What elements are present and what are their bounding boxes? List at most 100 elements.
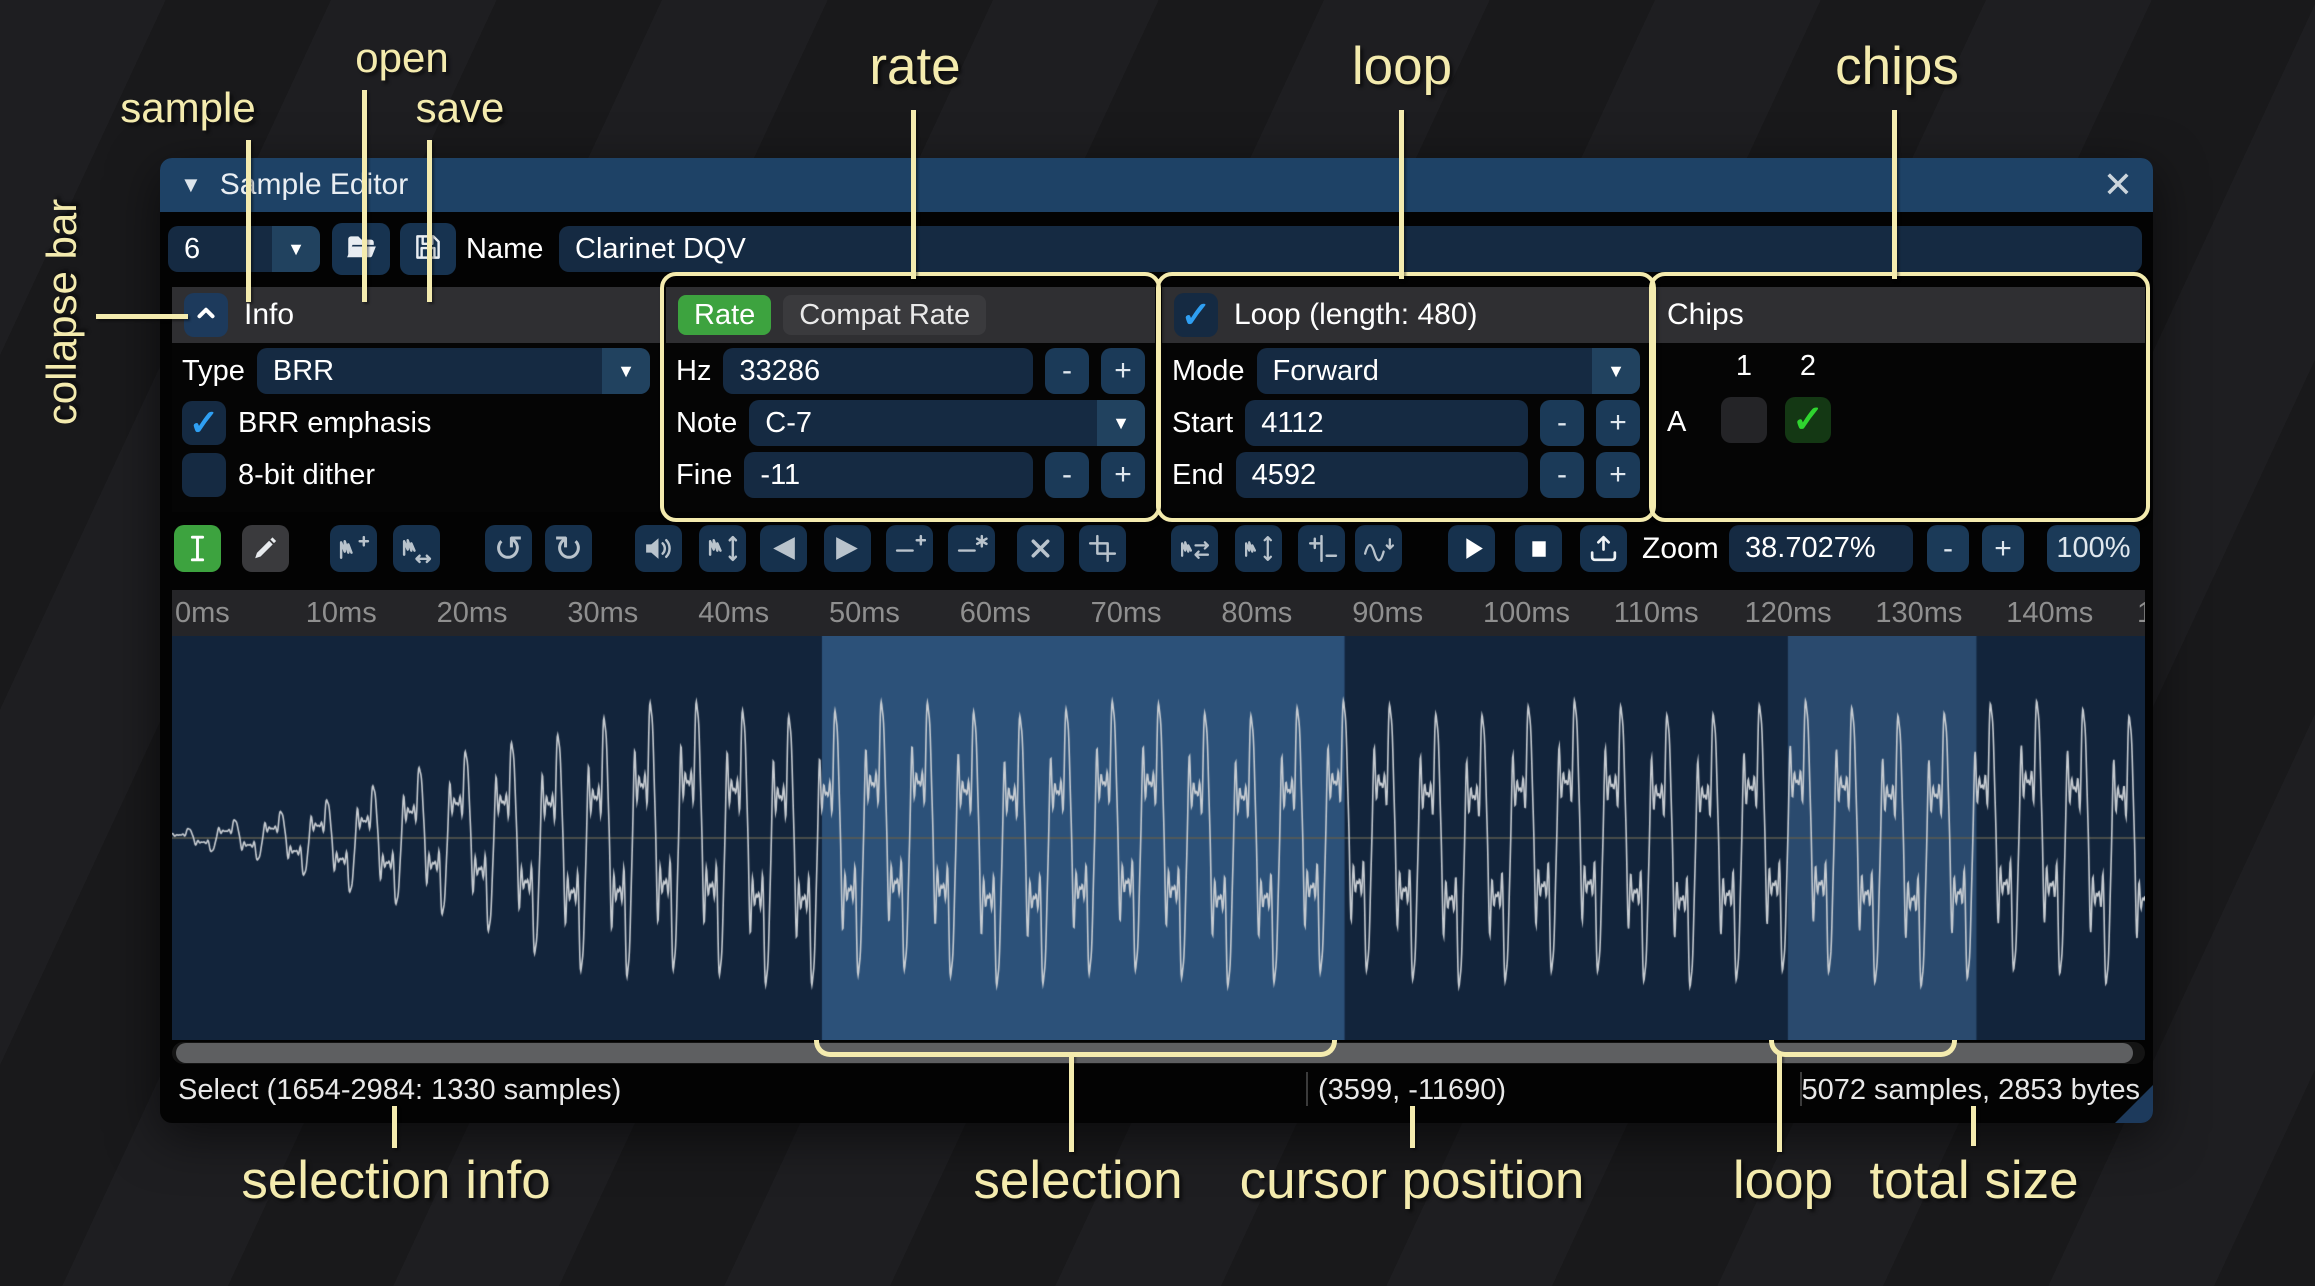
resample-button[interactable] <box>393 525 440 572</box>
annotation-cursor-position-line <box>1410 1106 1415 1148</box>
loop-start-increment-button[interactable]: + <box>1596 400 1640 446</box>
apply-silence-button[interactable] <box>948 525 995 572</box>
annotation-collapse-bar-line <box>96 314 188 319</box>
annotation-open-label: open <box>355 34 448 82</box>
note-label: Note <box>676 407 737 440</box>
invert-button[interactable] <box>1235 525 1282 572</box>
zoom-input[interactable]: 38.7027% <box>1729 525 1913 572</box>
type-select-value: BRR <box>257 348 602 394</box>
loop-checkbox[interactable]: ✓ <box>1174 293 1218 337</box>
ruler-tick: 30ms <box>567 597 638 630</box>
annotation-save-label: save <box>416 84 505 132</box>
reverse-button[interactable] <box>1171 525 1218 572</box>
resize-button[interactable] <box>330 525 377 572</box>
sample-editor-window: ▼ Sample Editor ✕ 6 ▼ Name Clarinet DQV <box>160 158 2153 1123</box>
waveform-canvas[interactable] <box>172 636 2145 1040</box>
check-icon: ✓ <box>1181 297 1211 333</box>
loop-start-input[interactable]: 4112 <box>1245 400 1528 446</box>
annotation-selection-info-line <box>392 1106 397 1148</box>
sample-selector[interactable]: 6 ▼ <box>168 226 320 272</box>
loop-start-decrement-button[interactable]: - <box>1540 400 1584 446</box>
zoom-out-button[interactable]: - <box>1927 525 1969 572</box>
annotation-loop-bottom-line <box>1777 1052 1782 1152</box>
loop-end-increment-button[interactable]: + <box>1596 452 1640 498</box>
fade-in-button[interactable] <box>760 525 807 572</box>
signed-unsigned-button[interactable] <box>1298 525 1345 572</box>
stop-preview-icon <box>1522 532 1555 565</box>
amplify-button[interactable] <box>635 525 682 572</box>
preview-icon <box>1455 532 1488 565</box>
annotation-chips-label: chips <box>1835 36 1959 97</box>
ruler-tick: 0ms <box>175 597 230 630</box>
info-panel-title: Info <box>244 298 294 332</box>
insert-silence-button[interactable] <box>886 525 933 572</box>
normalize-icon <box>706 532 739 565</box>
zoom-reset-button[interactable]: 100% <box>2047 525 2140 572</box>
window-titlebar[interactable]: ▼ Sample Editor ✕ <box>160 158 2153 212</box>
window-collapse-icon[interactable]: ▼ <box>180 172 202 198</box>
fine-increment-button[interactable]: + <box>1101 452 1145 498</box>
sample-name-input[interactable]: Clarinet DQV <box>559 226 2142 272</box>
upload-sample-button[interactable] <box>1580 525 1627 572</box>
select-mode-icon <box>181 532 214 565</box>
annotation-open-line <box>362 90 367 302</box>
preview-button[interactable] <box>1448 525 1495 572</box>
info-panel: Info Type BRR ▼ ✓ BRR emphasis ✓ 8-bit d… <box>172 287 660 512</box>
tab-compat-rate[interactable]: Compat Rate <box>783 295 986 335</box>
annotation-selection-line <box>1069 1052 1074 1152</box>
normalize-button[interactable] <box>699 525 746 572</box>
ruler-tick: 70ms <box>1091 597 1162 630</box>
select-mode-button[interactable] <box>174 525 221 572</box>
annotation-sample-label: sample <box>120 84 255 132</box>
time-ruler[interactable]: 0ms10ms20ms30ms40ms50ms60ms70ms80ms90ms1… <box>172 590 2145 636</box>
undo-button[interactable]: ↺ <box>485 525 532 572</box>
zoom-in-button[interactable]: + <box>1982 525 2024 572</box>
chevron-down-icon: ▼ <box>1592 348 1640 394</box>
status-cursor-position: (3599, -11690) <box>1318 1074 1506 1107</box>
fine-input[interactable]: -11 <box>744 452 1033 498</box>
desktop-background: ▼ Sample Editor ✕ 6 ▼ Name Clarinet DQV <box>0 0 2315 1286</box>
loop-mode-select[interactable]: Forward ▼ <box>1257 348 1640 394</box>
info-collapse-button[interactable] <box>184 293 228 337</box>
check-icon: ✓ <box>189 405 219 441</box>
note-select-value: C-7 <box>749 400 1097 446</box>
brr-emphasis-checkbox[interactable]: ✓ <box>182 401 226 445</box>
hz-decrement-button[interactable]: - <box>1045 348 1089 394</box>
hz-input[interactable]: 33286 <box>723 348 1033 394</box>
waveform-area[interactable] <box>172 636 2145 1040</box>
ruler-tick: 100ms <box>1483 597 1570 630</box>
type-select[interactable]: BRR ▼ <box>257 348 650 394</box>
open-sample-button[interactable] <box>332 223 390 275</box>
undo-icon: ↺ <box>493 531 523 567</box>
dither-checkbox[interactable]: ✓ <box>182 453 226 497</box>
draw-mode-icon <box>249 532 282 565</box>
invert-icon <box>1242 532 1275 565</box>
note-select[interactable]: C-7 ▼ <box>749 400 1145 446</box>
trim-button[interactable] <box>1079 525 1126 572</box>
loop-end-input[interactable]: 4592 <box>1236 452 1528 498</box>
loop-end-decrement-button[interactable]: - <box>1540 452 1584 498</box>
window-resize-grip[interactable] <box>2115 1085 2153 1123</box>
apply-silence-icon <box>955 532 988 565</box>
filter-button[interactable] <box>1355 525 1402 572</box>
delete-button[interactable] <box>1017 525 1064 572</box>
close-icon[interactable]: ✕ <box>2103 167 2133 203</box>
chip-enable-checkbox[interactable]: ✓ <box>1785 397 1831 443</box>
fine-decrement-button[interactable]: - <box>1045 452 1089 498</box>
stop-preview-button[interactable] <box>1515 525 1562 572</box>
trim-icon <box>1086 532 1119 565</box>
filter-icon <box>1362 532 1395 565</box>
redo-button[interactable]: ↻ <box>545 525 592 572</box>
hz-increment-button[interactable]: + <box>1101 348 1145 394</box>
annotation-selection-label: selection <box>973 1150 1182 1211</box>
draw-mode-button[interactable] <box>242 525 289 572</box>
chip-column-label: 2 <box>1785 350 1831 383</box>
amplify-icon <box>642 532 675 565</box>
annotation-chips-line <box>1892 110 1897 279</box>
ruler-tick: 90ms <box>1352 597 1423 630</box>
fade-out-button[interactable] <box>824 525 871 572</box>
tab-rate[interactable]: Rate <box>678 295 771 335</box>
chip-enable-checkbox[interactable]: ✓ <box>1721 397 1767 443</box>
folder-open-icon <box>344 230 378 269</box>
upload-sample-icon <box>1587 532 1620 565</box>
